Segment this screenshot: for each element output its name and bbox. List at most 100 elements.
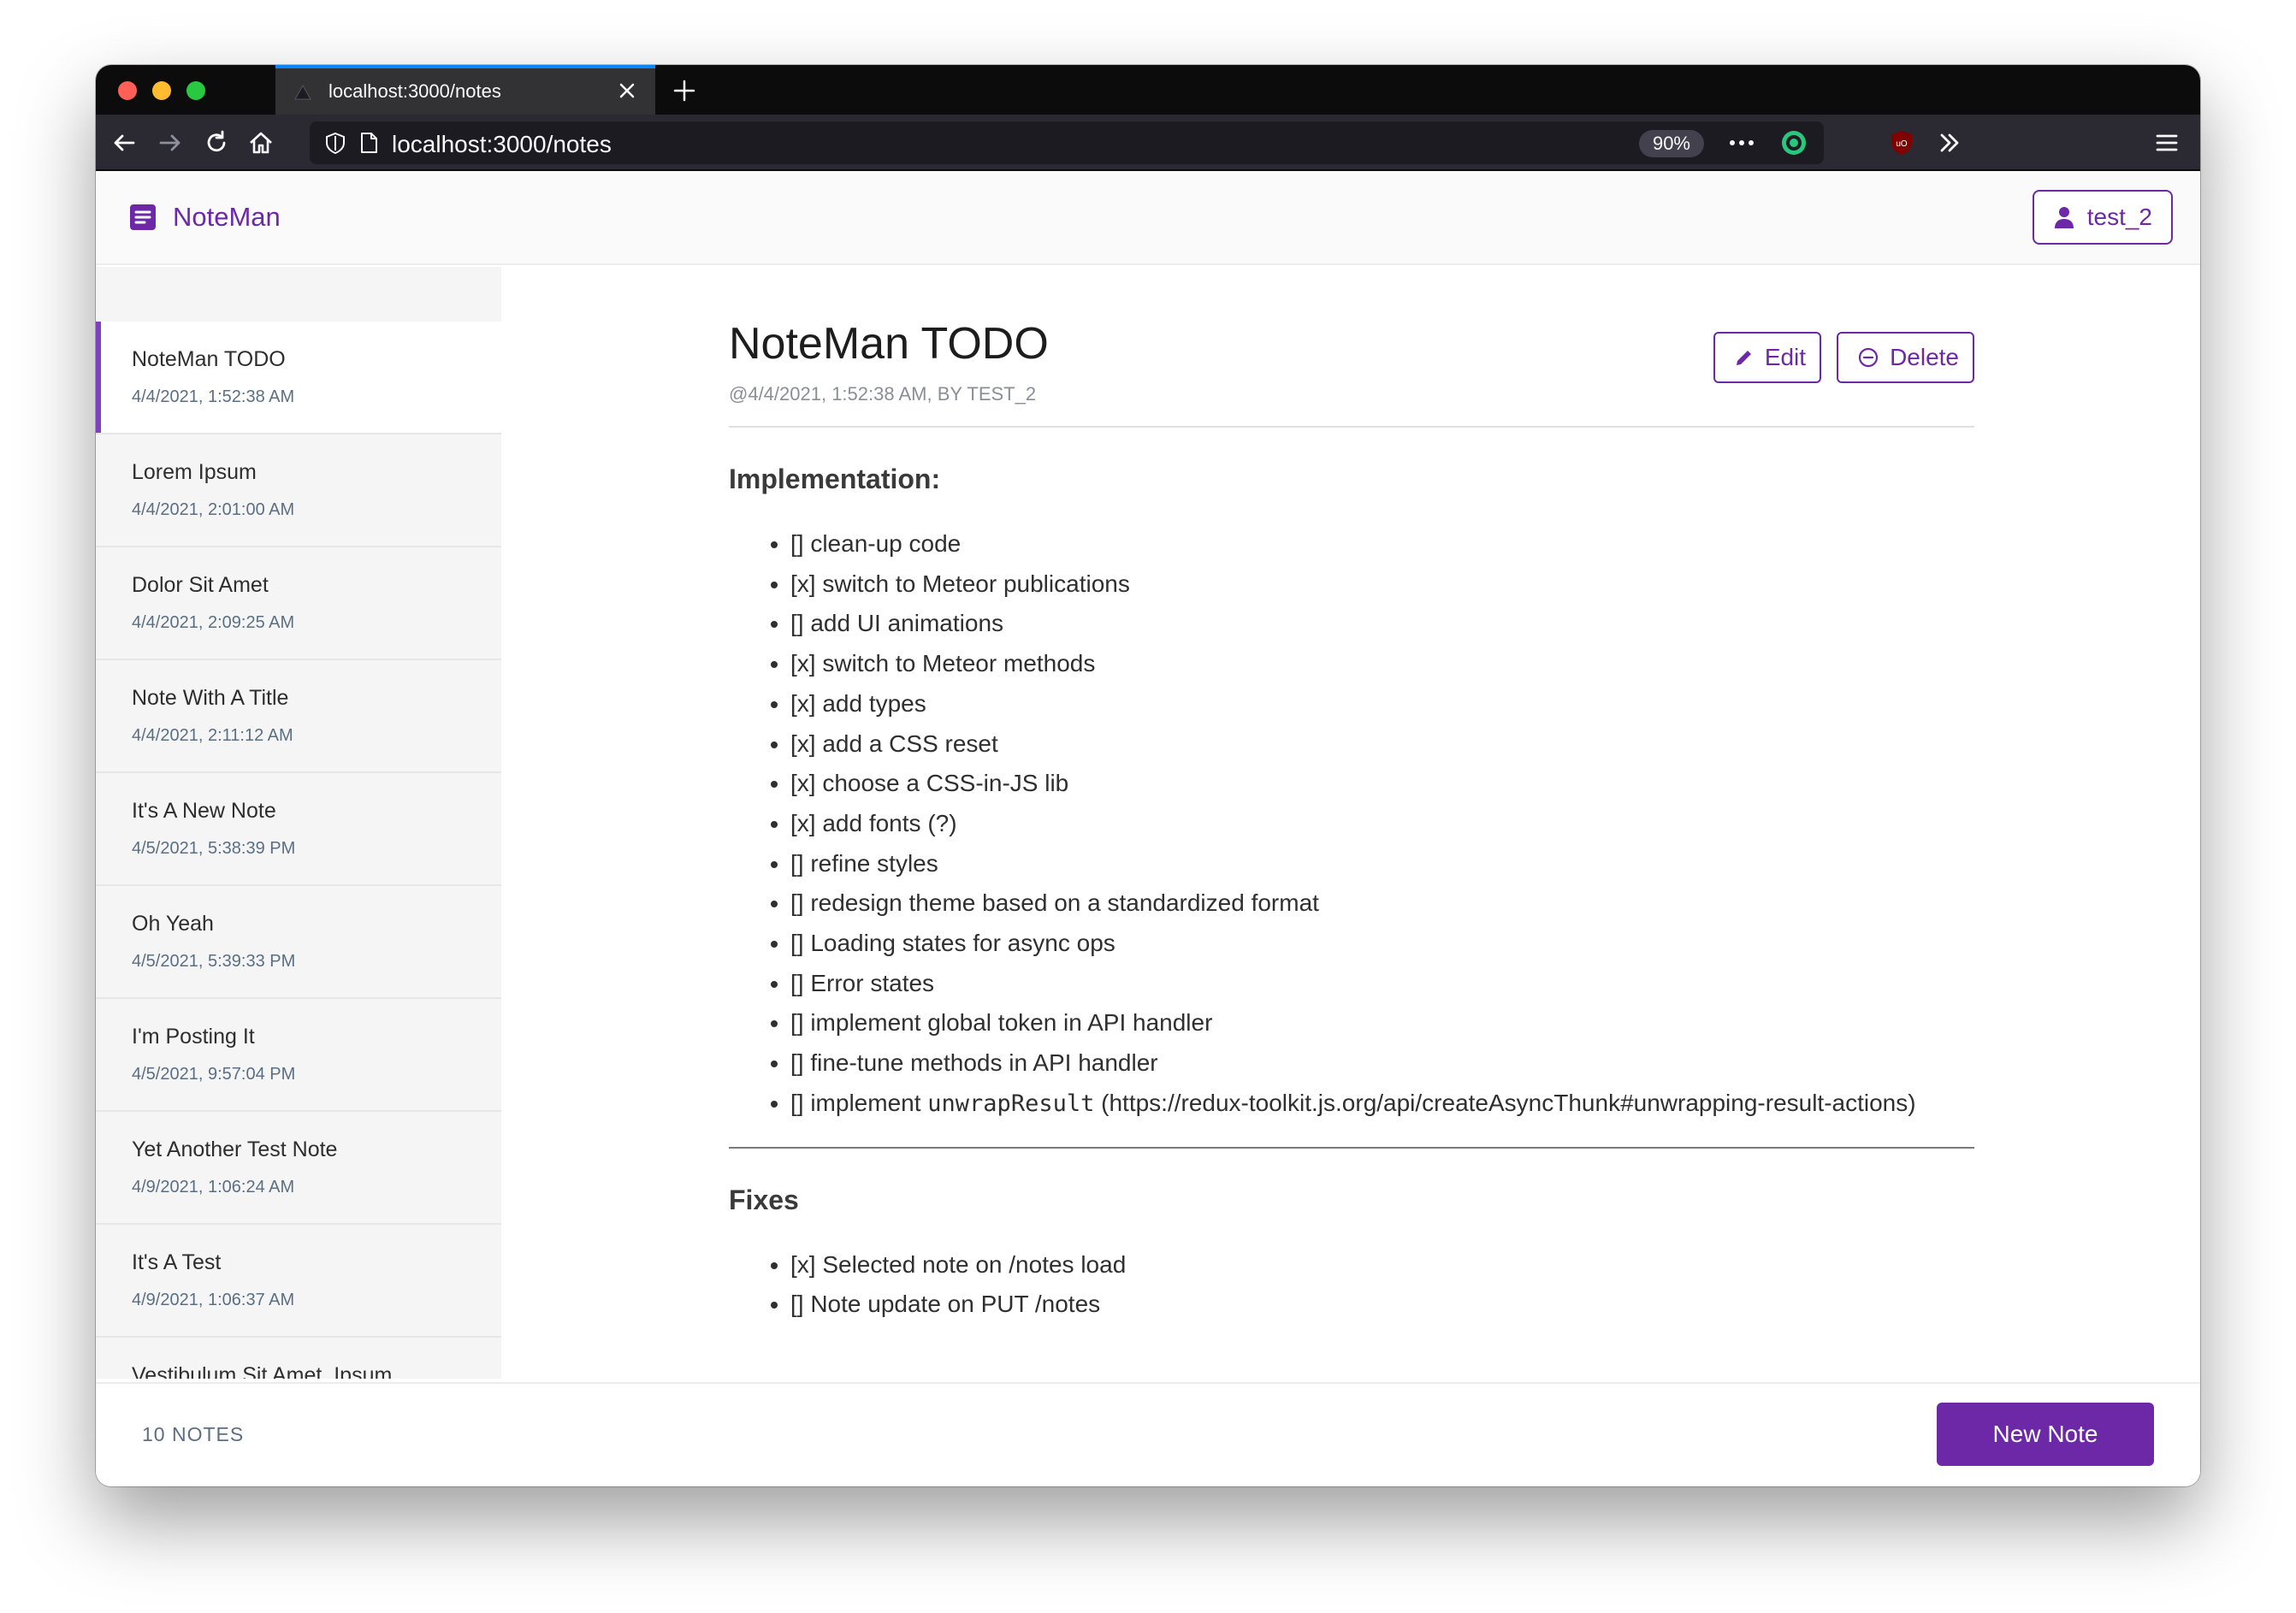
note-list-item-title: Yet Another Test Note: [132, 1137, 338, 1161]
checklist-item: [] redesign theme based on a standardize…: [790, 883, 1974, 924]
checklist-item: [x] add fonts (?): [790, 804, 1974, 844]
note-list-item[interactable]: Yet Another Test Note 4/9/2021, 1:06:24 A…: [96, 1112, 501, 1225]
fixes-list: [x] Selected note on /notes load[] Note …: [729, 1245, 1974, 1325]
extension-target-icon[interactable]: [1779, 128, 1808, 157]
url-text: localhost:3000/notes: [392, 131, 612, 157]
implementation-list: [] clean-up code[x] switch to Meteor pub…: [729, 524, 1974, 1125]
section-heading: Implementation:: [729, 464, 941, 494]
section-divider: [729, 1146, 1974, 1149]
note-list-item-date: 4/5/2021, 5:39:33 PM: [132, 952, 296, 971]
browser-toolbar: localhost:3000/notes 90% uO: [96, 115, 2200, 171]
checklist-item: [] Loading states for async ops: [790, 924, 1974, 964]
page-icon: [361, 133, 377, 153]
note-list-item[interactable]: Oh Yeah 4/5/2021, 5:39:33 PM: [96, 886, 501, 999]
note-list-item-date: 4/5/2021, 9:57:04 PM: [132, 1065, 296, 1084]
minus-circle-icon: [1858, 347, 1879, 368]
note-list-item-title: NoteMan TODO: [132, 347, 286, 371]
note-list-item-title: It's A Test: [132, 1250, 222, 1274]
close-tab-icon[interactable]: [616, 80, 638, 102]
forward-arrow-icon[interactable]: [156, 128, 185, 157]
note-list-item[interactable]: It's A New Note 4/5/2021, 5:38:39 PM: [96, 773, 501, 886]
shield-icon[interactable]: [323, 131, 347, 155]
edit-button[interactable]: Edit: [1713, 332, 1822, 383]
note-list-item-title: Dolor Sit Amet: [132, 573, 269, 597]
zoom-window-button[interactable]: [186, 81, 205, 100]
inline-code: unwrapResult: [927, 1090, 1095, 1117]
note-list-item[interactable]: Lorem Ipsum 4/4/2021, 2:01:00 AM: [96, 434, 501, 547]
checklist-item: [x] add types: [790, 684, 1974, 724]
note-list: NoteMan TODO 4/4/2021, 1:52:38 AM Lorem Ip…: [96, 322, 501, 1379]
brand-name: NoteMan: [173, 202, 281, 232]
note-content: NoteMan TODO @4/4/2021, 1:52:38 AM, BY T…: [501, 267, 2200, 1379]
svg-text:uO: uO: [1896, 139, 1908, 149]
checklist-item: [] add UI animations: [790, 604, 1974, 644]
address-bar[interactable]: localhost:3000/notes 90%: [310, 121, 1824, 164]
note-document: NoteMan TODO @4/4/2021, 1:52:38 AM, BY T…: [729, 318, 1974, 1325]
note-list-item-title: I'm Posting It: [132, 1025, 255, 1049]
note-list-item[interactable]: It's A Test 4/9/2021, 1:06:37 AM: [96, 1225, 501, 1338]
app-root: NoteMan test_2 NoteMan TODO 4/4/2021, 1:5…: [96, 171, 2200, 1486]
triangle-favicon-icon: [294, 84, 311, 100]
title-divider: [729, 426, 1974, 428]
note-logo-icon: [130, 204, 156, 230]
browser-tab[interactable]: localhost:3000/notes: [275, 65, 655, 115]
checklist-item: [x] add a CSS reset: [790, 724, 1974, 765]
note-list-item-title: Oh Yeah: [132, 912, 214, 936]
new-note-button[interactable]: New Note: [1937, 1403, 2154, 1466]
checklist-item: [] fine-tune methods in API handler: [790, 1043, 1974, 1084]
checklist-item: [x] choose a CSS-in-JS lib: [790, 764, 1974, 804]
pencil-icon: [1736, 351, 1751, 365]
checklist-item: [] implement global token in API handler: [790, 1003, 1974, 1043]
note-list-item-title: Note With A Title: [132, 686, 289, 710]
back-arrow-icon[interactable]: [109, 128, 139, 157]
new-tab-icon[interactable]: [671, 77, 698, 104]
note-list-item-date: 4/9/2021, 1:06:37 AM: [132, 1291, 295, 1309]
checklist-item: [] clean-up code: [790, 524, 1974, 564]
note-count: 10 NOTES: [142, 1423, 245, 1445]
zoom-level-badge[interactable]: 90%: [1638, 130, 1704, 157]
note-list-item[interactable]: Dolor Sit Amet 4/4/2021, 2:09:25 AM: [96, 547, 501, 660]
note-list-item-date: 4/4/2021, 2:11:12 AM: [132, 726, 293, 745]
close-window-button[interactable]: [118, 81, 137, 100]
note-list-item-date: 4/5/2021, 5:38:39 PM: [132, 839, 296, 858]
menu-hamburger-icon[interactable]: [2152, 128, 2181, 157]
note-list-item[interactable]: NoteMan TODO 4/4/2021, 1:52:38 AM: [96, 322, 501, 434]
browser-window: localhost:3000/notes localhost:3000/note…: [96, 65, 2200, 1486]
note-list-item-date: 4/4/2021, 1:52:38 AM: [132, 387, 295, 406]
reload-icon[interactable]: [202, 128, 231, 157]
more-actions-icon[interactable]: [1726, 132, 1757, 154]
user-icon: [2054, 207, 2074, 228]
checklist-item: [] refine styles: [790, 844, 1974, 884]
checklist-item: [x] Selected note on /notes load: [790, 1245, 1974, 1285]
note-list-item-date: 4/4/2021, 2:09:25 AM: [132, 613, 295, 632]
note-list-item[interactable]: Vestibulum Sit Amet, Ipsum: [96, 1338, 501, 1379]
tab-bar: localhost:3000/notes: [96, 65, 2200, 115]
user-menu-button[interactable]: test_2: [2032, 190, 2173, 245]
minimize-window-button[interactable]: [152, 81, 171, 100]
username: test_2: [2086, 204, 2152, 230]
note-meta: @4/4/2021, 1:52:38 AM, BY TEST_2: [729, 383, 1037, 405]
checklist-item-text: (https://redux-toolkit.js.org/api/create…: [1094, 1089, 1916, 1116]
ublock-icon[interactable]: uO: [1887, 128, 1916, 157]
note-list-item-date: 4/9/2021, 1:06:24 AM: [132, 1178, 295, 1196]
note-list-item-date: 4/4/2021, 2:01:00 AM: [132, 500, 295, 519]
delete-button[interactable]: Delete: [1837, 332, 1974, 383]
overflow-chevron-icon[interactable]: [1935, 128, 1964, 157]
note-list-item-title: It's A New Note: [132, 799, 276, 823]
brand[interactable]: NoteMan: [128, 202, 281, 233]
app-header: NoteMan test_2: [96, 171, 2200, 265]
note-list-item-title: Lorem Ipsum: [132, 460, 257, 484]
home-icon[interactable]: [246, 128, 275, 157]
app-footer: 10 NOTES New Note: [96, 1382, 2200, 1486]
note-list-item[interactable]: I'm Posting It 4/5/2021, 9:57:04 PM: [96, 999, 501, 1112]
section-heading: Fixes: [729, 1184, 799, 1215]
checklist-item: [] Note update on PUT /notes: [790, 1285, 1974, 1325]
checklist-item-text: [] implement: [790, 1089, 928, 1116]
note-actions: Edit Delete: [1713, 332, 1974, 383]
edit-label: Edit: [1764, 344, 1807, 370]
checklist-item: [] Error states: [790, 964, 1974, 1004]
notes-sidebar: NoteMan TODO 4/4/2021, 1:52:38 AM Lorem Ip…: [96, 267, 501, 1379]
checklist-item: [x] switch to Meteor publications: [790, 564, 1974, 605]
note-list-item[interactable]: Note With A Title 4/4/2021, 2:11:12 AM: [96, 660, 501, 773]
checklist-item: [x] switch to Meteor methods: [790, 644, 1974, 684]
